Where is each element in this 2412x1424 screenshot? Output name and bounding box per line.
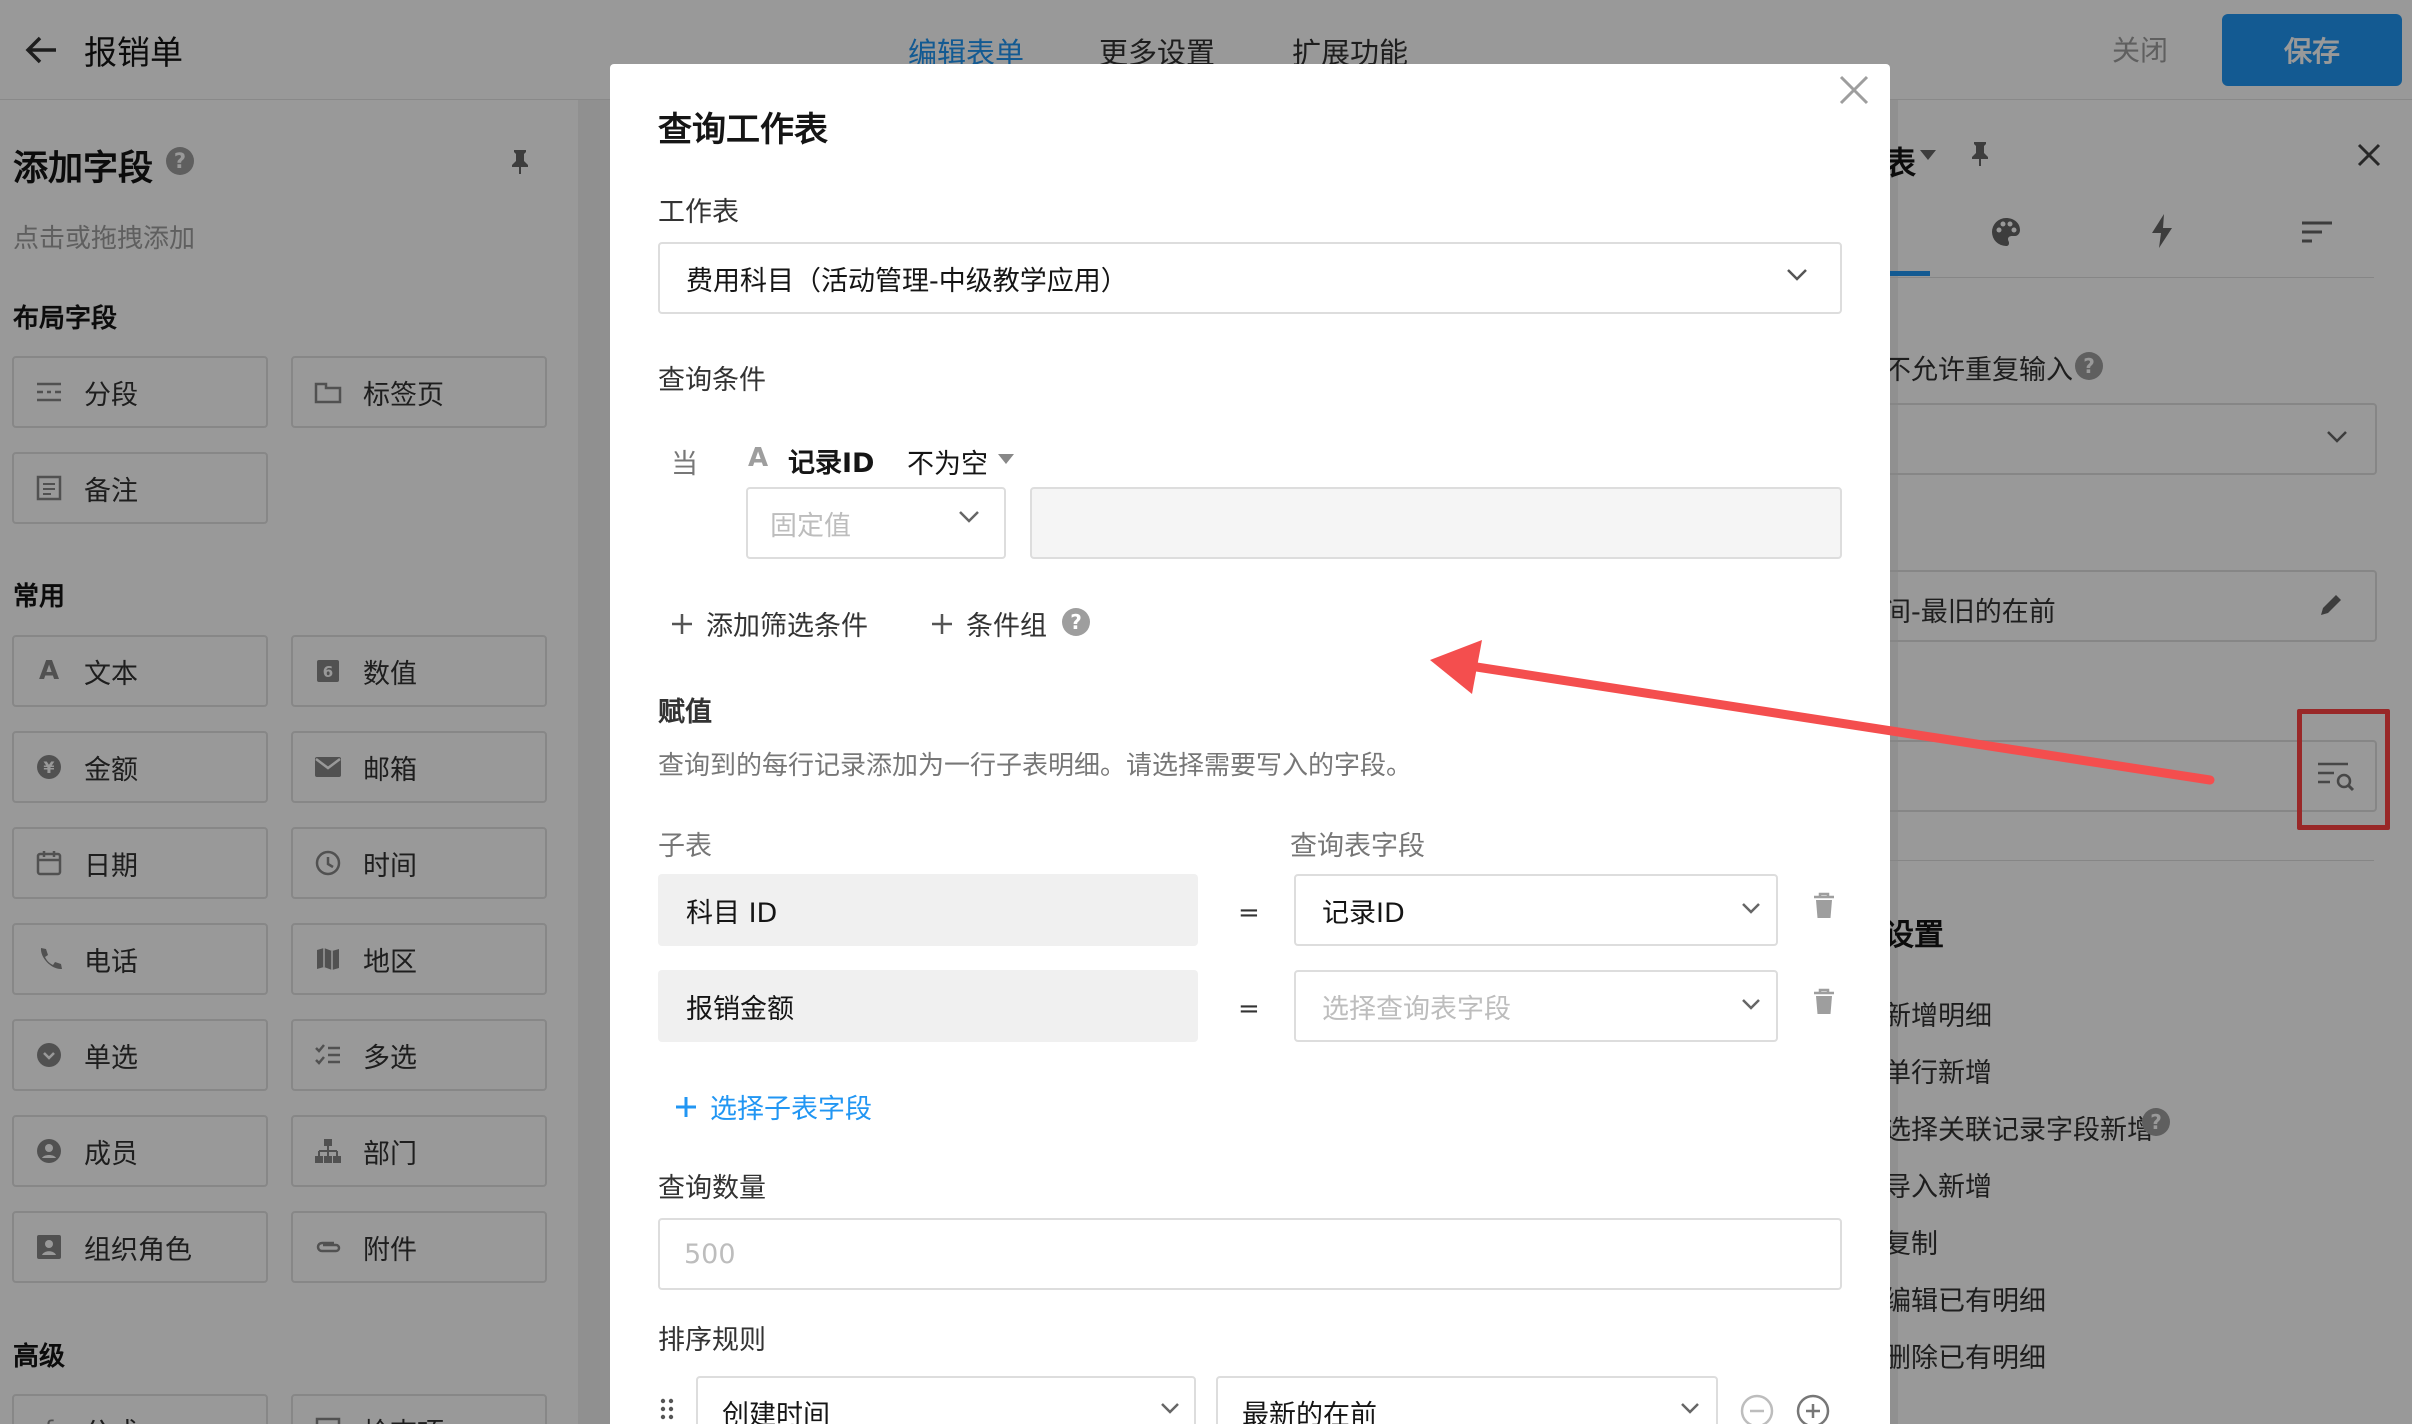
annotation-arrow — [0, 0, 2412, 1424]
